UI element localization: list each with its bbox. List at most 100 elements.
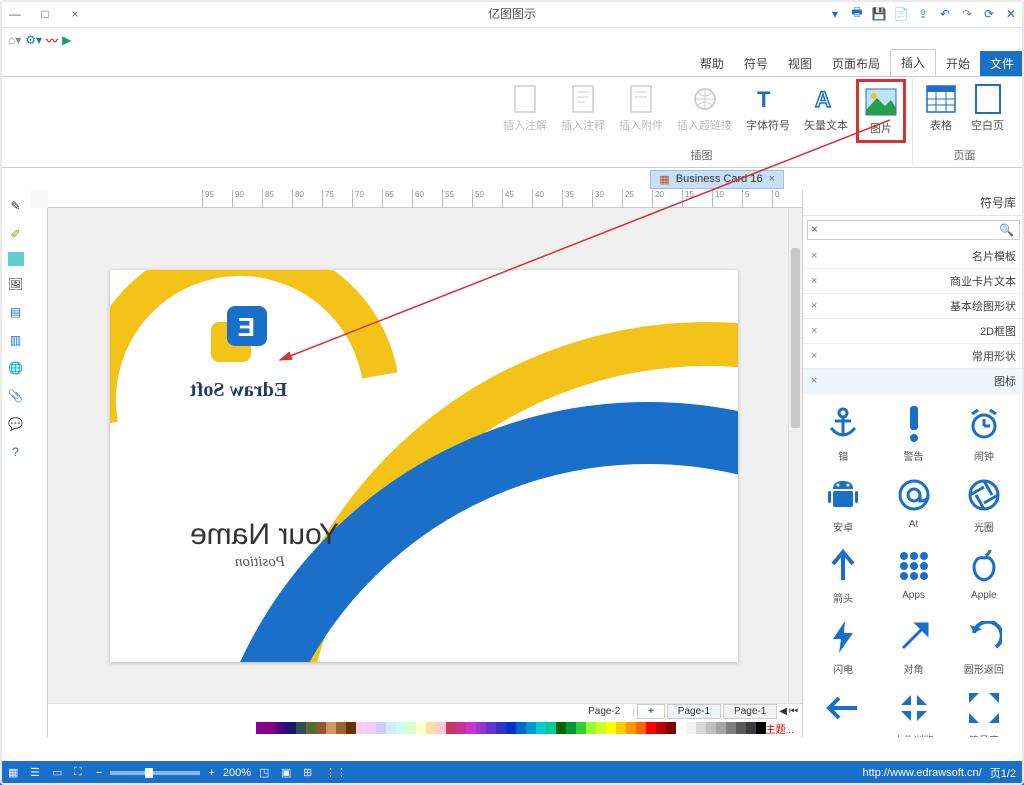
- vector-text-button[interactable]: A 矢量文本: [798, 79, 854, 137]
- add-page-button[interactable]: +: [637, 704, 665, 719]
- palette-swatch[interactable]: [676, 722, 686, 734]
- zoom-out-button[interactable]: −: [96, 767, 102, 779]
- cat-close-icon[interactable]: ×: [811, 325, 817, 337]
- redo-icon[interactable]: ↷: [958, 5, 976, 23]
- palette-swatch[interactable]: [516, 722, 526, 734]
- print-icon[interactable]: 🖶: [848, 5, 866, 23]
- export-icon[interactable]: ⇪: [914, 5, 932, 23]
- status-icon-1[interactable]: ◳: [259, 766, 273, 780]
- cat-close-icon[interactable]: ×: [811, 275, 817, 287]
- palette-swatch[interactable]: [536, 722, 546, 734]
- symbol-bolt[interactable]: 闪电: [809, 613, 877, 680]
- attach-tool-icon[interactable]: 📎: [6, 386, 26, 406]
- comment-button[interactable]: 插入注解: [497, 79, 553, 137]
- scrollbar-thumb[interactable]: [791, 248, 800, 428]
- palette-swatch[interactable]: [636, 722, 646, 734]
- status-icon-4[interactable]: ⋮⋮: [325, 766, 339, 780]
- note-button[interactable]: 插入注释: [555, 79, 611, 137]
- category-basic-shapes[interactable]: 基本绘图形状×: [803, 294, 1024, 319]
- palette-swatch[interactable]: [726, 722, 736, 734]
- tab-symbols[interactable]: 符号: [734, 51, 778, 76]
- wordart-button[interactable]: T 字体符号: [740, 79, 796, 137]
- symbol-apps[interactable]: Apps: [879, 542, 947, 609]
- draw-tool-icon[interactable]: ✐: [6, 224, 26, 244]
- symbol-alert[interactable]: 警告: [879, 400, 947, 467]
- page-tab-2[interactable]: Page-2: [578, 705, 630, 718]
- refresh-icon[interactable]: ⟳: [980, 5, 998, 23]
- category-common-shapes[interactable]: 常用形状×: [803, 344, 1024, 369]
- palette-swatch[interactable]: [626, 722, 636, 734]
- scribble-icon[interactable]: 〰: [46, 32, 58, 49]
- palette-swatch[interactable]: [716, 722, 726, 734]
- prev-page-icon[interactable]: ◀: [779, 706, 787, 717]
- layers-icon[interactable]: ▤: [6, 302, 26, 322]
- category-2d-blocks[interactable]: 2D框图×: [803, 319, 1024, 344]
- home-icon[interactable]: ⌂▾: [8, 33, 21, 47]
- palette-swatch[interactable]: [556, 722, 566, 734]
- tab-file[interactable]: 文件: [980, 51, 1024, 76]
- close-window-button[interactable]: ×: [60, 1, 90, 27]
- palette-swatch[interactable]: [576, 722, 586, 734]
- palette-swatch[interactable]: [476, 722, 486, 734]
- palette-swatch[interactable]: [746, 722, 756, 734]
- play-icon[interactable]: ▶: [62, 33, 71, 47]
- symbol-collapse[interactable]: 文件浏览: [879, 684, 947, 737]
- palette-swatch[interactable]: [526, 722, 536, 734]
- page-tab-1[interactable]: Page-1: [667, 704, 721, 719]
- palette-swatch[interactable]: [686, 722, 696, 734]
- category-business-text[interactable]: 商业卡片文本×: [803, 269, 1024, 294]
- palette-swatch[interactable]: [276, 722, 286, 734]
- save-icon[interactable]: 💾: [870, 5, 888, 23]
- search-icon[interactable]: 🔍: [999, 223, 1014, 237]
- symbol-at[interactable]: At: [879, 471, 947, 538]
- table-button[interactable]: 表格: [919, 79, 963, 137]
- palette-swatch[interactable]: [326, 722, 336, 734]
- grid-view-icon[interactable]: ▦: [8, 766, 22, 780]
- vertical-scrollbar[interactable]: [788, 208, 802, 703]
- gear-icon[interactable]: ⚙▾: [25, 33, 42, 47]
- palette-swatch[interactable]: [356, 722, 366, 734]
- category-card-templates[interactable]: 名片模板×: [803, 244, 1024, 269]
- palette-swatch[interactable]: [506, 722, 516, 734]
- canvas[interactable]: E Edraw Soft Your Name Position Phone: 5…: [48, 208, 788, 703]
- picture-button[interactable]: 图片: [856, 79, 906, 143]
- palette-swatch[interactable]: [546, 722, 556, 734]
- palette-label[interactable]: 主题...: [766, 721, 794, 736]
- page-tool-icon[interactable]: ▥: [6, 330, 26, 350]
- palette-swatch[interactable]: [386, 722, 396, 734]
- palette-swatch[interactable]: [336, 722, 346, 734]
- palette-swatch[interactable]: [736, 722, 746, 734]
- palette-swatch[interactable]: [456, 722, 466, 734]
- symbol-arrow-up[interactable]: 箭头: [809, 542, 877, 609]
- fit-view-icon[interactable]: ▭: [52, 766, 66, 780]
- symbol-android[interactable]: 安卓: [809, 471, 877, 538]
- symbol-alarm[interactable]: 闹钟: [950, 400, 1018, 467]
- palette-swatch[interactable]: [696, 722, 706, 734]
- status-icon-3[interactable]: ⊞: [303, 766, 317, 780]
- palette-swatch[interactable]: [446, 722, 456, 734]
- palette-swatch[interactable]: [256, 722, 266, 734]
- palette-swatch[interactable]: [266, 722, 276, 734]
- palette-swatch[interactable]: [436, 722, 446, 734]
- tab-page-layout[interactable]: 页面布局: [822, 51, 890, 76]
- image-tool-icon[interactable]: 🖼: [6, 274, 26, 294]
- palette-swatch[interactable]: [756, 722, 766, 734]
- status-icon-2[interactable]: ▣: [281, 766, 295, 780]
- undo-icon[interactable]: ↶: [936, 5, 954, 23]
- cat-close-icon[interactable]: ×: [811, 350, 817, 362]
- palette-swatch[interactable]: [416, 722, 426, 734]
- globe-tool-icon[interactable]: 🌐: [6, 358, 26, 378]
- first-page-icon[interactable]: ⏮: [789, 706, 798, 717]
- palette-swatch[interactable]: [656, 722, 666, 734]
- page-tab-first[interactable]: Page-1: [723, 704, 777, 719]
- palette-swatch[interactable]: [646, 722, 656, 734]
- palette-swatch[interactable]: [566, 722, 576, 734]
- shape-tool-icon[interactable]: [8, 252, 24, 266]
- palette-swatch[interactable]: [616, 722, 626, 734]
- help-tool-icon[interactable]: ?: [6, 442, 26, 462]
- qat-dropdown-icon[interactable]: ▾: [826, 5, 844, 23]
- category-icons[interactable]: 图标×: [803, 369, 1024, 394]
- palette-swatch[interactable]: [286, 722, 296, 734]
- tab-insert[interactable]: 插入: [890, 49, 936, 76]
- palette-swatch[interactable]: [306, 722, 316, 734]
